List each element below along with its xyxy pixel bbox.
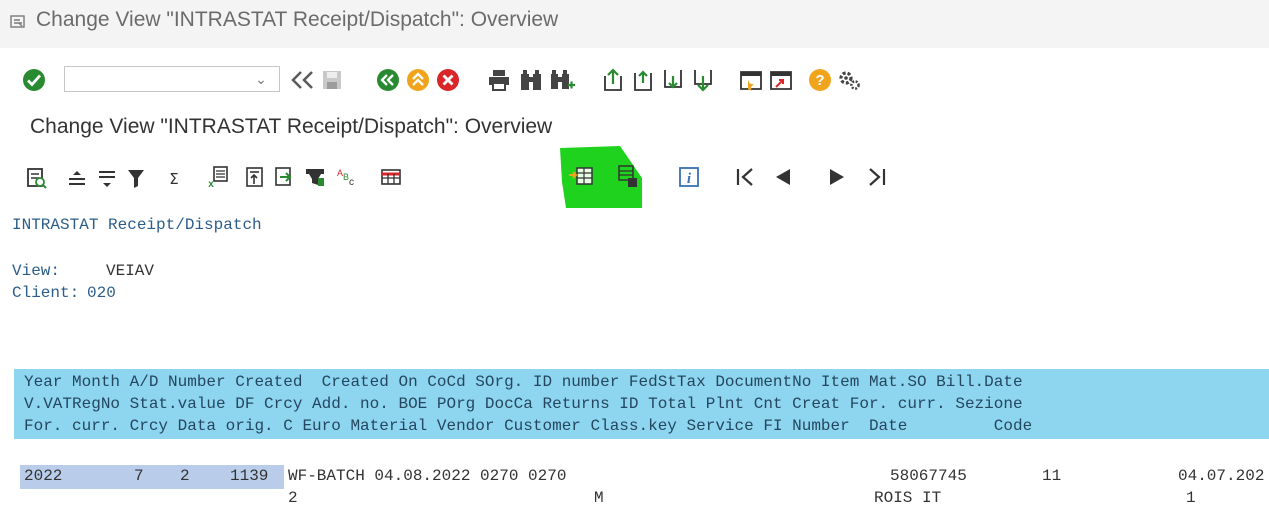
layout-icon[interactable]	[304, 166, 326, 188]
svg-text:c: c	[349, 177, 354, 188]
section-heading: INTRASTAT Receipt/Dispatch	[12, 216, 262, 234]
next-page-icon[interactable]	[660, 68, 686, 92]
first-icon[interactable]	[734, 166, 756, 188]
command-field[interactable]	[64, 66, 280, 92]
send-icon[interactable]	[274, 166, 296, 188]
view-label: View:	[12, 262, 61, 280]
cell-line2-c[interactable]: ROIS IT	[874, 489, 941, 507]
help-icon[interactable]: ?	[808, 68, 832, 92]
insert-row-icon[interactable]	[568, 164, 594, 188]
table-header: Year Month A/D Number Created Created On…	[14, 369, 1269, 439]
exit-icon[interactable]	[406, 68, 430, 92]
cell-month[interactable]: 7	[134, 467, 144, 485]
client-label: Client:	[12, 284, 80, 302]
window-title: Change View "INTRASTAT Receipt/Dispatch"…	[36, 8, 559, 31]
create-session-icon[interactable]	[738, 68, 764, 92]
cell-line2-b[interactable]: M	[594, 489, 604, 507]
header-line-2: V.VATRegNo Stat.value DF Crcy Add. no. B…	[24, 395, 1023, 413]
find-icon[interactable]	[518, 68, 544, 92]
first-page-icon[interactable]	[600, 68, 626, 92]
cell-created-fields[interactable]: WF-BATCH 04.08.2022 0270 0270	[288, 467, 566, 485]
svg-text:Σ: Σ	[169, 170, 178, 188]
info-icon[interactable]: i	[678, 166, 700, 188]
command-field-dropdown-icon[interactable]: ⌄	[252, 70, 270, 88]
save-icon[interactable]	[320, 68, 344, 92]
cell-bill-date[interactable]: 04.07.202	[1178, 467, 1264, 485]
sort-descending-icon[interactable]	[96, 169, 118, 189]
cell-year[interactable]: 2022	[24, 467, 62, 485]
export-icon[interactable]: x	[206, 165, 230, 189]
next-icon[interactable]	[826, 166, 848, 188]
last-page-icon[interactable]	[690, 68, 716, 92]
find-next-icon[interactable]	[548, 68, 576, 92]
print-icon[interactable]	[486, 68, 512, 92]
abc-icon[interactable]: ABc	[336, 166, 360, 188]
cancel-icon[interactable]	[436, 68, 460, 92]
cell-number[interactable]: 1139	[230, 467, 268, 485]
back-green-icon[interactable]	[376, 68, 400, 92]
previous-page-icon[interactable]	[630, 68, 656, 92]
header-line-1: Year Month A/D Number Created Created On…	[24, 373, 1023, 391]
client-value: 020	[87, 284, 116, 302]
cell-ad[interactable]: 2	[180, 467, 190, 485]
details-icon[interactable]	[26, 167, 48, 189]
cell-document-no[interactable]: 58067745	[890, 467, 967, 485]
header-line-3: For. curr. Crcy Data orig. C Euro Materi…	[24, 417, 1033, 435]
settings-icon[interactable]	[836, 68, 862, 92]
print-preview-icon[interactable]	[244, 166, 266, 188]
copy-row-icon[interactable]	[616, 164, 640, 190]
cell-item[interactable]: 11	[1042, 467, 1061, 485]
page-title: Change View "INTRASTAT Receipt/Dispatch"…	[30, 115, 553, 138]
table-view-icon[interactable]	[380, 167, 402, 187]
last-icon[interactable]	[866, 166, 888, 188]
cell-line2-a[interactable]: 2	[288, 489, 298, 507]
svg-text:?: ?	[815, 72, 824, 89]
view-value: VEIAV	[106, 262, 155, 280]
svg-text:x: x	[208, 179, 214, 189]
shortcut-icon[interactable]	[768, 68, 794, 92]
back-icon[interactable]	[288, 68, 316, 92]
sum-icon[interactable]: Σ	[164, 167, 184, 189]
previous-icon[interactable]	[772, 166, 794, 188]
window-menu-icon[interactable]	[10, 14, 26, 30]
sort-ascending-icon[interactable]	[66, 169, 88, 189]
filter-icon[interactable]	[126, 167, 146, 189]
enter-icon[interactable]	[22, 68, 46, 92]
cell-line2-d[interactable]: 1	[1186, 489, 1196, 507]
